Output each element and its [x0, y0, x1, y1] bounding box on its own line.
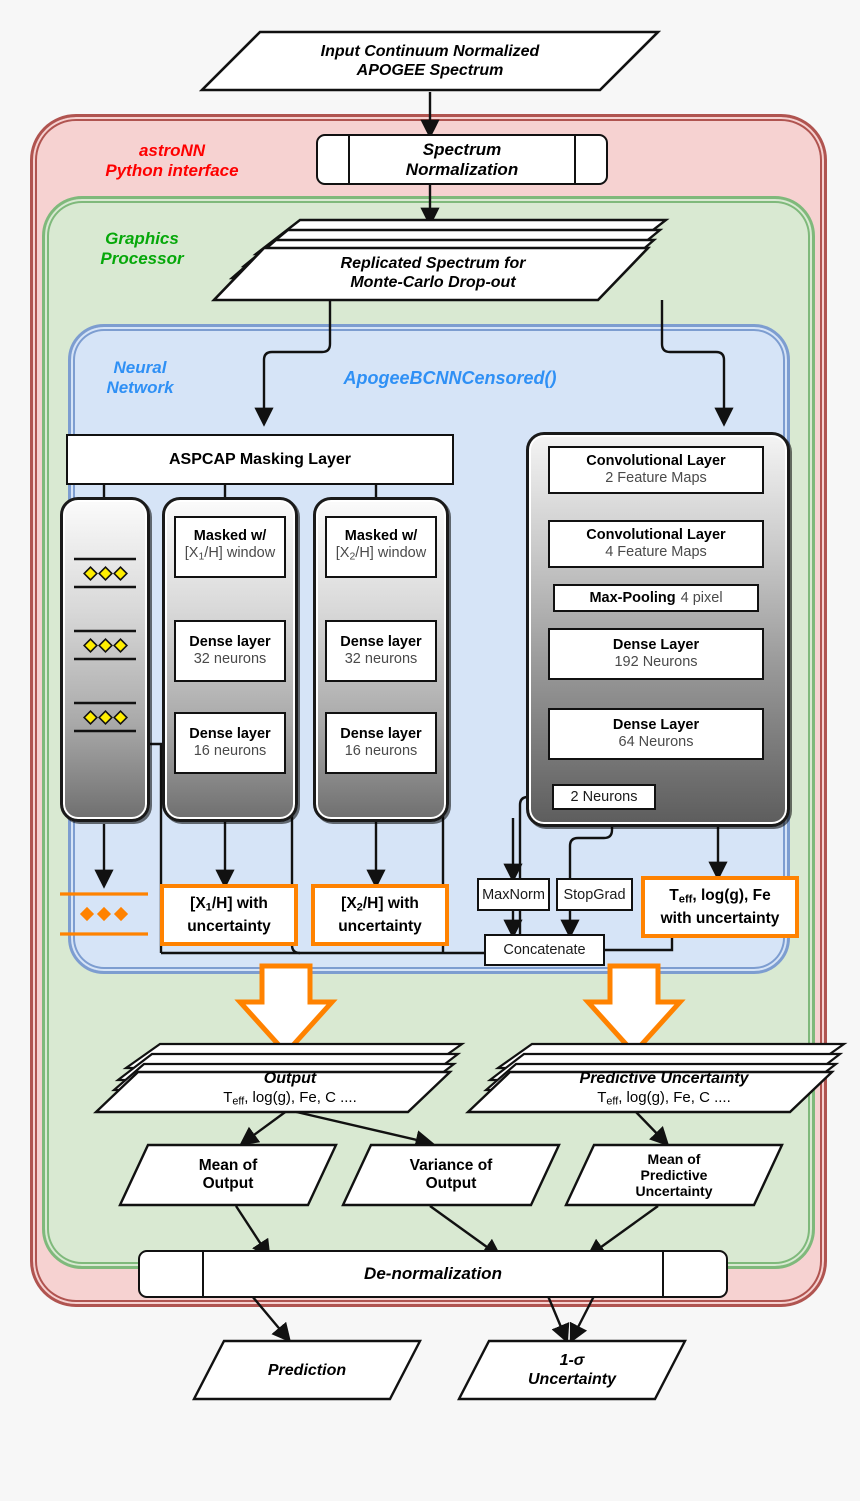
mean-of-output-line1: Mean of	[198, 1157, 258, 1174]
conv2-line1: Convolutional Layer	[586, 527, 726, 543]
branch1-output-box: [X1/H] with uncertainty	[160, 884, 298, 946]
orange-arrow-output	[234, 963, 338, 1057]
denormalization-node: De-normalization	[138, 1250, 728, 1298]
mean-of-output-node: Mean of Output	[118, 1143, 338, 1207]
stopgrad-label: StopGrad	[563, 886, 626, 903]
replicated-spectrum-node: Replicated Spectrum for Monte-Carlo Drop…	[198, 218, 670, 302]
branch2-dense1-line2: 32 neurons	[344, 651, 418, 667]
uncertainty-stack-node: Predictive Uncertainty Teff, log(g), Fe,…	[465, 1042, 852, 1114]
branch1-dense2-box: Dense layer 16 neurons	[174, 712, 286, 774]
uncertainty-stack-line1: Predictive Uncertainty	[579, 1069, 749, 1087]
branch2-dense2-box: Dense layer 16 neurons	[325, 712, 437, 774]
branch2-mask-line1: Masked w/	[344, 528, 418, 545]
branch1-dense1-line2: 32 neurons	[193, 651, 267, 667]
spectrum-normalization-node: Spectrum Normalization	[316, 134, 608, 185]
branch1-mask-box: Masked w/ [X1/H] window	[174, 516, 286, 578]
maxpool-line2: 4 pixel	[680, 589, 723, 606]
branch1-dense1-box: Dense layer 32 neurons	[174, 620, 286, 682]
branch1-mask-line1: Masked w/	[193, 528, 267, 545]
branch1-dense2-line2: 16 neurons	[193, 743, 267, 759]
branch2-dense1-line1: Dense layer	[340, 634, 422, 650]
maxnorm-box: MaxNorm	[477, 878, 550, 911]
input-spectrum-node: Input Continuum Normalized APOGEE Spectr…	[198, 30, 662, 92]
concatenate-label: Concatenate	[503, 942, 586, 958]
stopgrad-box: StopGrad	[556, 878, 633, 911]
mean-pred-line2: Predictive	[640, 1167, 708, 1183]
branch2-dense2-line1: Dense layer	[340, 726, 422, 742]
conv-layer-2-box: Convolutional Layer 4 Feature Maps	[548, 520, 764, 568]
aspcap-masking-layer: ASPCAP Masking Layer	[66, 434, 454, 485]
branch2-output-line2: uncertainty	[338, 918, 422, 936]
output-stack-node: Output Teff, log(g), Fe, C ....	[93, 1042, 470, 1114]
cnn-output-line2: with uncertainty	[660, 910, 780, 928]
input-line1: Input Continuum Normalized	[320, 43, 540, 60]
branch2-mask-line2: [X2/H] window	[335, 545, 427, 563]
uncertainty-node: 1-σ Uncertainty	[457, 1339, 687, 1401]
cnn-output-line1: Teff, log(g), Fe	[669, 886, 771, 906]
concatenate-box: Concatenate	[484, 934, 605, 966]
output-stack-line1: Output	[263, 1069, 317, 1087]
variance-of-output-node: Variance of Output	[341, 1143, 561, 1207]
uncertainty-stack-line2: Teff, log(g), Fe, C ....	[597, 1088, 731, 1108]
branch2-dense2-line2: 16 neurons	[344, 743, 418, 759]
conv2-line2: 4 Feature Maps	[605, 544, 707, 560]
branch2-output-box: [X2/H] with uncertainty	[311, 884, 449, 946]
conv1-line1: Convolutional Layer	[586, 453, 726, 469]
prediction-line1: Prediction	[267, 1361, 347, 1379]
branch2-dense1-box: Dense layer 32 neurons	[325, 620, 437, 682]
diagram-canvas: astroNN Python interface Graphics Proces…	[0, 0, 860, 1501]
uncertainty-line2: Uncertainty	[527, 1371, 617, 1388]
dense64-line2: 64 Neurons	[618, 734, 694, 750]
conv-layer-1-box: Convolutional Layer 2 Feature Maps	[548, 446, 764, 494]
orange-arrow-uncertainty	[582, 963, 686, 1057]
input-line2: APOGEE Spectrum	[356, 62, 504, 79]
branch2-output-line1: [X2/H] with	[341, 894, 419, 914]
max-pooling-box: Max-Pooling 4 pixel	[553, 584, 759, 612]
two-neurons-box: 2 Neurons	[552, 784, 656, 810]
mean-pred-line3: Uncertainty	[635, 1183, 713, 1199]
two-neurons-label: 2 Neurons	[570, 789, 638, 805]
dense64-line1: Dense Layer	[612, 717, 700, 733]
variance-of-output-line1: Variance of	[409, 1157, 493, 1174]
uncertainty-line1: 1-σ	[559, 1352, 585, 1369]
dense-layer-192-box: Dense Layer 192 Neurons	[548, 628, 764, 680]
branch1-dense2-line1: Dense layer	[189, 726, 271, 742]
replicated-line2: Monte-Carlo Drop-out	[350, 274, 516, 291]
conv1-line2: 2 Feature Maps	[605, 470, 707, 486]
dense192-line1: Dense Layer	[612, 637, 700, 653]
branch1-output-line2: uncertainty	[187, 918, 271, 936]
branch-ellipsis-output	[56, 884, 152, 946]
mean-pred-line1: Mean of	[647, 1151, 701, 1167]
maxnorm-label: MaxNorm	[482, 886, 545, 903]
aspcap-masking-layer-label: ASPCAP Masking Layer	[169, 451, 351, 468]
output-stack-line2: Teff, log(g), Fe, C ....	[223, 1088, 357, 1108]
mean-of-predictive-uncertainty-node: Mean of Predictive Uncertainty	[564, 1143, 784, 1207]
branch1-dense1-line1: Dense layer	[189, 634, 271, 650]
maxpool-line1: Max-Pooling	[589, 589, 676, 606]
dense192-line2: 192 Neurons	[614, 654, 698, 670]
branch1-output-line1: [X1/H] with	[190, 894, 268, 914]
branch2-mask-box: Masked w/ [X2/H] window	[325, 516, 437, 578]
dense-layer-64-box: Dense Layer 64 Neurons	[548, 708, 764, 760]
branch1-mask-line2: [X1/H] window	[184, 545, 276, 563]
spectrum-normalization-label: Spectrum Normalization	[405, 139, 519, 179]
branch-ellipsis-capsule	[60, 497, 150, 822]
cnn-output-box: Teff, log(g), Fe with uncertainty	[641, 876, 799, 938]
mean-of-output-line2: Output	[202, 1175, 254, 1192]
prediction-node: Prediction	[192, 1339, 422, 1401]
variance-of-output-line2: Output	[425, 1175, 477, 1192]
denormalization-label: De-normalization	[364, 1264, 502, 1283]
replicated-line1: Replicated Spectrum for	[340, 255, 526, 272]
